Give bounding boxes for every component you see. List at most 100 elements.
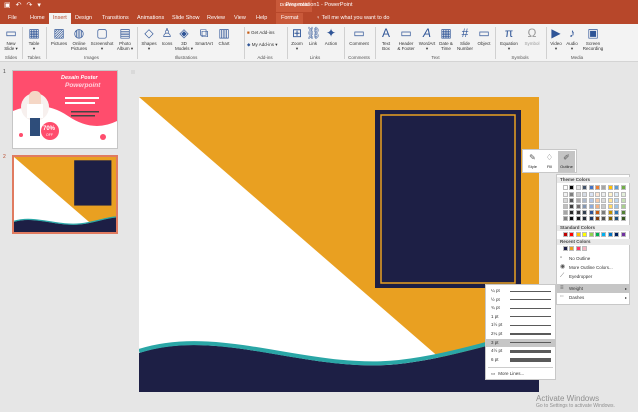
weight-option[interactable]: 1 pt [486, 313, 556, 321]
theme-color-swatch[interactable] [607, 192, 613, 197]
symbol-button[interactable]: Ω Symbol [521, 26, 543, 46]
my-addins-button[interactable]: ◆ My Add-ins ▾ [247, 42, 278, 48]
3d-models-button[interactable]: ◈ 3D Models ▾ [175, 26, 193, 51]
outline-button[interactable]: ✐ Outline [558, 151, 575, 172]
slide-number-button[interactable]: # Slide Number [455, 26, 475, 51]
theme-color-swatch[interactable] [595, 192, 600, 197]
tab-transitions[interactable]: Transitions [100, 14, 131, 22]
theme-color-swatch[interactable] [614, 198, 620, 203]
theme-color-swatch[interactable] [588, 198, 594, 203]
theme-color-swatch[interactable] [588, 210, 594, 215]
tab-animations[interactable]: Animations [135, 14, 166, 22]
date-time-button[interactable]: ▦ Date & Time [437, 26, 455, 51]
no-outline-item[interactable]: ▫ No Outline [557, 254, 630, 263]
theme-color-swatch[interactable] [569, 198, 575, 203]
theme-color-swatch[interactable] [601, 185, 607, 190]
theme-color-swatch[interactable] [575, 216, 581, 221]
theme-color-swatch[interactable] [563, 210, 568, 215]
slide-thumbnail-2[interactable] [12, 155, 118, 234]
chart-button[interactable]: ▥ Chart [215, 26, 233, 46]
screenshot-button[interactable]: ▢ Screenshot ▾ [89, 26, 115, 51]
theme-color-swatch[interactable] [575, 210, 581, 215]
theme-color-swatch[interactable] [601, 204, 607, 209]
theme-color-swatch[interactable] [595, 204, 600, 209]
theme-color-swatch[interactable] [607, 185, 613, 190]
recent-color-swatch[interactable] [582, 246, 588, 251]
pictures-button[interactable]: ▨ Pictures [48, 26, 70, 46]
object-button[interactable]: ▭ Object [475, 26, 493, 46]
link-button[interactable]: ⛓ Link [305, 26, 321, 46]
theme-color-swatch[interactable] [575, 185, 581, 190]
tab-view[interactable]: View [232, 14, 248, 22]
navy-rectangle[interactable] [375, 110, 521, 288]
recent-color-swatch[interactable] [575, 246, 581, 251]
comment-button[interactable]: ▭ Comment [346, 26, 372, 46]
theme-color-swatch[interactable] [620, 210, 626, 215]
theme-color-swatch[interactable] [582, 198, 588, 203]
theme-color-swatch[interactable] [607, 210, 613, 215]
theme-color-swatch[interactable] [563, 192, 568, 197]
tab-design[interactable]: Design [73, 14, 94, 22]
tell-me-search[interactable]: ♀ Tell me what you want to do [316, 14, 389, 22]
weight-option[interactable]: 4½ pt [486, 347, 556, 355]
shapes-button[interactable]: ◇ Shapes ▾ [139, 26, 159, 51]
theme-color-swatch[interactable] [620, 216, 626, 221]
theme-color-swatch[interactable] [588, 192, 594, 197]
fill-button[interactable]: ♢ Fill [541, 151, 558, 172]
wordart-button[interactable]: A WordArt ▾ [417, 26, 437, 51]
theme-color-swatch[interactable] [582, 204, 588, 209]
theme-color-swatch[interactable] [620, 204, 626, 209]
theme-color-swatch[interactable] [588, 204, 594, 209]
theme-color-swatch[interactable] [607, 204, 613, 209]
header-footer-button[interactable]: ▭ Header & Footer [395, 26, 417, 51]
style-button[interactable]: ✎ Style [524, 151, 541, 172]
theme-color-swatch[interactable] [601, 192, 607, 197]
screen-recording-button[interactable]: ▣ Screen Recording [580, 26, 606, 51]
theme-color-swatch[interactable] [575, 198, 581, 203]
theme-color-swatch[interactable] [582, 185, 588, 190]
audio-button[interactable]: ♪ Audio ▾ [564, 26, 580, 51]
recent-color-swatch[interactable] [569, 246, 575, 251]
theme-color-swatch[interactable] [569, 192, 575, 197]
table-button[interactable]: ▦ Table ▾ [25, 26, 43, 51]
theme-color-swatch[interactable] [569, 210, 575, 215]
theme-color-swatch[interactable] [607, 216, 613, 221]
standard-color-swatch[interactable] [588, 232, 594, 237]
theme-color-swatch[interactable] [601, 216, 607, 221]
slide-thumbnail-1[interactable]: Desain Poster Powerpoint 70% OFF [12, 70, 118, 149]
theme-color-swatch[interactable] [563, 204, 568, 209]
theme-color-swatch[interactable] [588, 216, 594, 221]
tab-format[interactable]: Format [276, 13, 304, 24]
theme-color-swatch[interactable] [614, 216, 620, 221]
standard-color-swatch[interactable] [582, 232, 588, 237]
theme-color-swatch[interactable] [569, 204, 575, 209]
tab-review[interactable]: Review [205, 14, 227, 22]
theme-color-swatch[interactable] [620, 192, 626, 197]
theme-color-swatch[interactable] [582, 216, 588, 221]
online-pictures-button[interactable]: ◍ Online Pictures [69, 26, 89, 51]
theme-color-swatch[interactable] [569, 216, 575, 221]
more-lines-item[interactable]: ▭ More Lines... [486, 370, 556, 378]
theme-color-swatch[interactable] [575, 192, 581, 197]
theme-color-swatch[interactable] [620, 198, 626, 203]
standard-color-swatch[interactable] [601, 232, 607, 237]
standard-color-swatch[interactable] [614, 232, 620, 237]
theme-color-swatch[interactable] [569, 185, 575, 190]
smartart-button[interactable]: ⧉ SmartArt [193, 26, 215, 46]
theme-color-swatch[interactable] [601, 210, 607, 215]
standard-color-swatch[interactable] [595, 232, 600, 237]
standard-color-swatch[interactable] [563, 232, 568, 237]
video-button[interactable]: ▶ Video ▾ [548, 26, 564, 51]
theme-color-swatch[interactable] [595, 216, 600, 221]
theme-color-swatch[interactable] [595, 210, 600, 215]
theme-color-swatch[interactable] [563, 185, 568, 190]
theme-color-swatch[interactable] [575, 204, 581, 209]
new-slide-button[interactable]: ▭ New Slide ▾ [2, 26, 20, 51]
theme-color-swatch[interactable] [620, 185, 626, 190]
action-button[interactable]: ✦ Action [321, 26, 341, 46]
theme-color-swatch[interactable] [595, 185, 600, 190]
theme-color-swatch[interactable] [588, 185, 594, 190]
theme-color-swatch[interactable] [582, 210, 588, 215]
get-addins-button[interactable]: ■ Get Add-ins [247, 30, 274, 36]
tab-home[interactable]: Home [28, 14, 47, 22]
